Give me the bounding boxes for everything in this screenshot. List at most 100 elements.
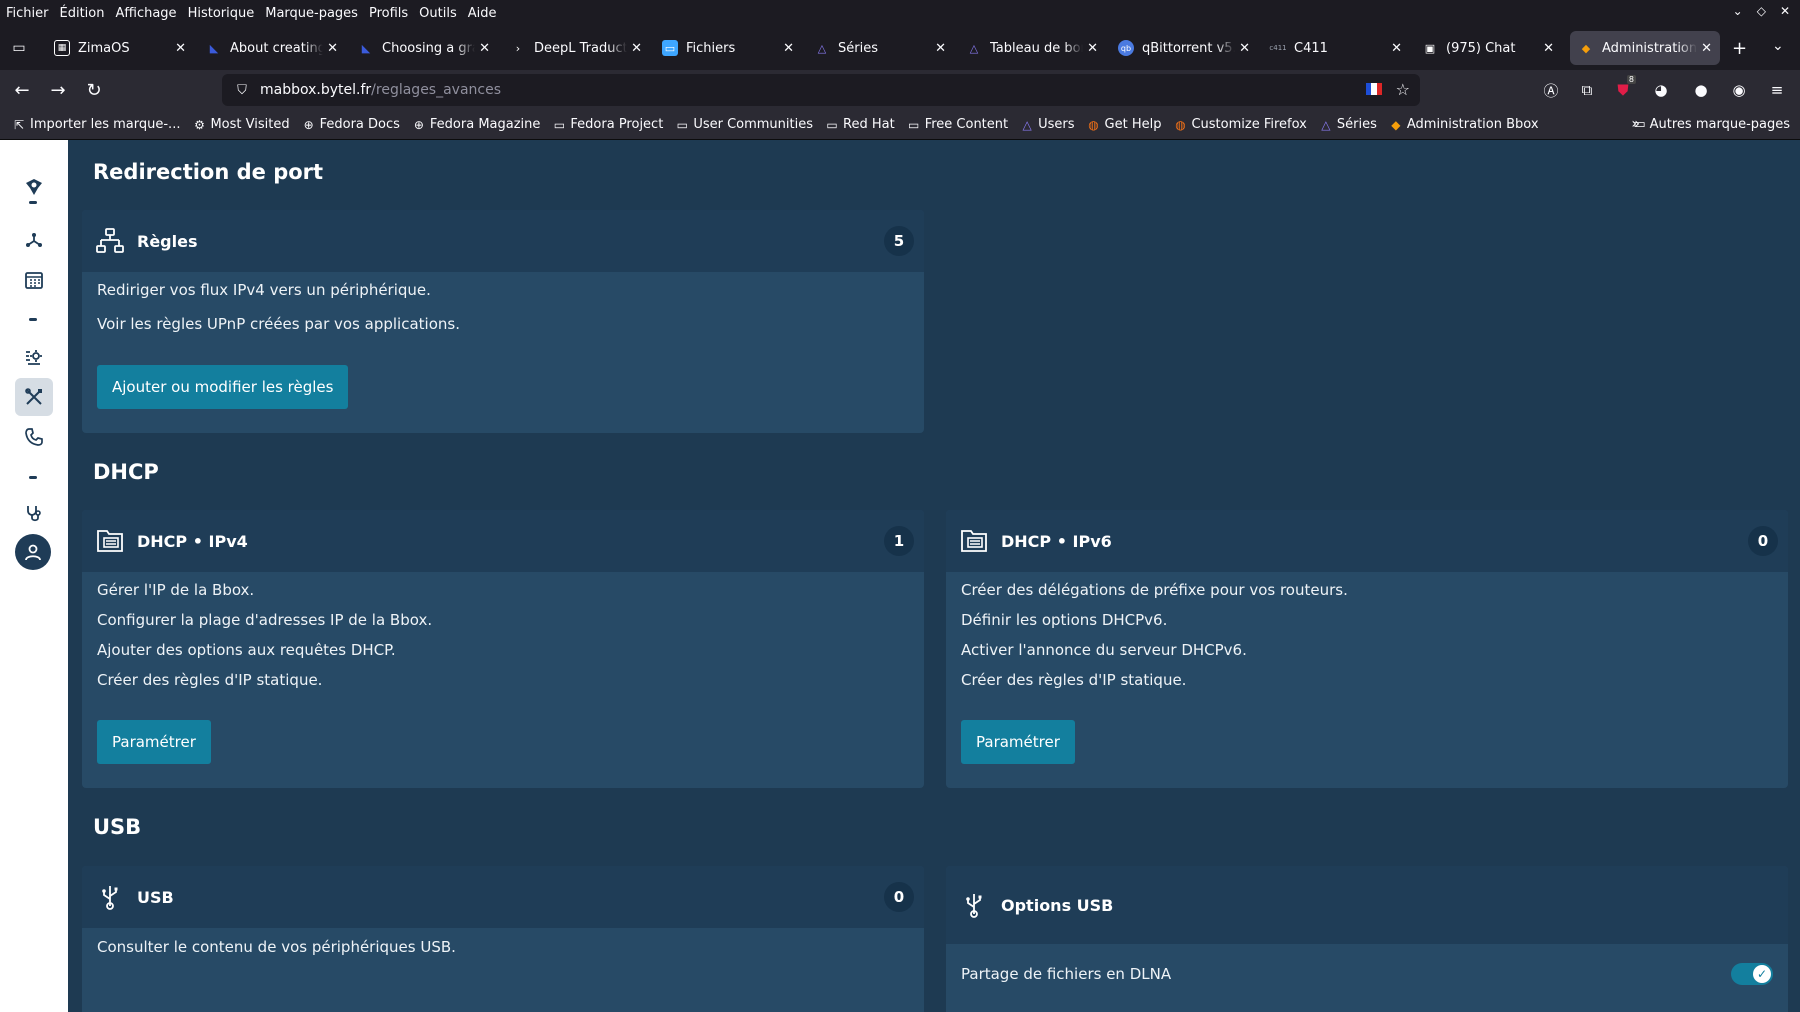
bookmark-label: Fedora Docs	[319, 117, 400, 132]
bookmark-get-help[interactable]: ◍ Get Help	[1087, 117, 1162, 132]
minimize-icon[interactable]: ⌄	[1733, 4, 1743, 18]
calendar-icon[interactable]	[15, 261, 53, 299]
tab-zimaos[interactable]: ▦ ZimaOS ✕	[46, 31, 194, 65]
other-bookmarks[interactable]: ▭ Autres marque-pages	[1633, 117, 1790, 132]
bookmark-label: Get Help	[1104, 117, 1162, 132]
menu-file[interactable]: Fichier	[6, 6, 49, 21]
reload-icon[interactable]: ↻	[82, 78, 106, 102]
bookmark-customize-firefox[interactable]: ◍ Customize Firefox	[1173, 117, 1307, 132]
close-window-icon[interactable]: ✕	[1780, 4, 1790, 18]
tab-fichiers[interactable]: ▭ Fichiers ✕	[654, 31, 802, 65]
count-badge: 5	[884, 226, 914, 256]
tab-list-icon[interactable]: ▭	[8, 37, 30, 59]
close-icon[interactable]: ✕	[1391, 41, 1402, 56]
configure-dhcp-ipv6-button[interactable]: Paramétrer	[961, 720, 1075, 764]
stethoscope-icon[interactable]	[15, 495, 53, 533]
bookmark-star-icon[interactable]: ☆	[1396, 80, 1410, 99]
menu-profiles[interactable]: Profils	[369, 6, 408, 21]
french-flag-icon[interactable]	[1366, 83, 1382, 95]
close-icon[interactable]: ✕	[327, 41, 338, 56]
close-icon[interactable]: ✕	[783, 41, 794, 56]
ublock-icon[interactable]: ⛊ 8	[1612, 75, 1636, 101]
new-tab-icon[interactable]: +	[1732, 38, 1747, 59]
tab-tableau-de-bord[interactable]: △ Tableau de bord ✕	[958, 31, 1106, 65]
tools-icon[interactable]	[15, 378, 53, 416]
bookmark-label: Red Hat	[843, 117, 895, 132]
menu-view[interactable]: Affichage	[115, 6, 176, 21]
bookmark-fedora-project[interactable]: ▭ Fedora Project	[552, 117, 664, 132]
account-extension-icon[interactable]: ◉	[1728, 79, 1750, 101]
menu-edit[interactable]: Édition	[60, 6, 105, 21]
tab-c411[interactable]: c411 C411 ✕	[1262, 31, 1410, 65]
puzzle-extension-icon[interactable]: ◕	[1650, 79, 1672, 101]
close-icon[interactable]: ✕	[935, 41, 946, 56]
url-text[interactable]: mabbox.bytel.fr/reglages_avances	[260, 82, 501, 98]
close-icon[interactable]: ✕	[1701, 41, 1712, 56]
navigation-bar: ← → ↻ ⛉ mabbox.bytel.fr/reglages_avances…	[0, 70, 1800, 110]
menu-history[interactable]: Historique	[188, 6, 255, 21]
tab-deepl[interactable]: › DeepL Traductio ✕	[502, 31, 650, 65]
tab-about-creating[interactable]: ◣ About creating a ✕	[198, 31, 346, 65]
menu-bookmarks[interactable]: Marque-pages	[265, 6, 358, 21]
close-icon[interactable]: ✕	[175, 41, 186, 56]
bookmark-label: Importer les marque-...	[30, 117, 181, 132]
dhcp-server-icon	[95, 526, 125, 556]
bookmark-free-content[interactable]: ▭ Free Content	[907, 117, 1008, 132]
extensions-icon[interactable]: ⧉	[1576, 79, 1598, 101]
menu-help[interactable]: Aide	[468, 6, 497, 21]
bookmark-fedora-magazine[interactable]: ⊕ Fedora Magazine	[412, 117, 541, 132]
close-icon[interactable]: ✕	[1543, 41, 1554, 56]
bookmark-most-visited[interactable]: ⚙ Most Visited	[192, 117, 290, 132]
configure-dhcp-ipv4-button[interactable]: Paramétrer	[97, 720, 211, 764]
bbox-icon: ◆	[1391, 117, 1401, 132]
close-icon[interactable]: ✕	[479, 41, 490, 56]
tab-qbittorrent[interactable]: qb qBittorrent v5.2 ✕	[1110, 31, 1258, 65]
record-extension-icon[interactable]: ●	[1690, 79, 1712, 101]
network-topology-icon[interactable]	[15, 221, 53, 259]
maximize-icon[interactable]: ◇	[1757, 4, 1766, 18]
dlna-toggle[interactable]: ✓	[1731, 963, 1773, 985]
count-badge: 0	[1748, 526, 1778, 556]
description-line: Consulter le contenu de vos périphérique…	[97, 938, 456, 956]
bookmark-red-hat[interactable]: ▭ Red Hat	[825, 117, 895, 132]
hamburger-menu-icon[interactable]: ≡	[1766, 79, 1788, 101]
tab-chat[interactable]: ▣ (975) Chat ✕	[1414, 31, 1562, 65]
card-header: USB 0	[82, 866, 924, 928]
phone-icon[interactable]	[15, 418, 53, 456]
globe-icon: ⊕	[413, 117, 424, 132]
url-bar[interactable]: ⛉ mabbox.bytel.fr/reglages_avances ☆	[222, 74, 1420, 106]
translate-extension-icon[interactable]: Ⓐ	[1540, 79, 1562, 101]
bookmark-fedora-docs[interactable]: ⊕ Fedora Docs	[302, 117, 400, 132]
card-usb-options: Options USB Partage de fichiers en DLNA …	[946, 866, 1788, 1012]
bookmark-label: User Communities	[693, 117, 814, 132]
close-icon[interactable]: ✕	[1087, 41, 1098, 56]
card-regles: Règles 5 Rediriger vos flux IPv4 vers un…	[82, 210, 924, 433]
back-arrow-icon[interactable]: ←	[10, 78, 34, 102]
card-title: DHCP • IPv6	[1001, 531, 1112, 551]
settings-gear-icon[interactable]	[15, 338, 53, 376]
folder-icon: ▭	[676, 117, 688, 132]
chevron-down-icon[interactable]: ⌄	[1772, 38, 1784, 54]
menu-tools[interactable]: Outils	[419, 6, 457, 21]
close-icon[interactable]: ✕	[631, 41, 642, 56]
shield-icon[interactable]: ⛉	[234, 82, 250, 98]
site-icon: ◣	[209, 41, 219, 55]
url-host: mabbox.bytel.fr	[260, 82, 372, 98]
bookmark-user-communities[interactable]: ▭ User Communities	[675, 117, 813, 132]
tab-choosing[interactable]: ◣ Choosing a grap ✕	[350, 31, 498, 65]
tab-series[interactable]: △ Séries ✕	[806, 31, 954, 65]
user-avatar-icon[interactable]	[15, 534, 51, 570]
bookmark-users[interactable]: △ Users	[1020, 117, 1074, 132]
c411-icon: c411	[1269, 44, 1287, 52]
edit-rules-button[interactable]: Ajouter ou modifier les règles	[97, 365, 349, 409]
forward-arrow-icon[interactable]: →	[46, 78, 70, 102]
bookmark-import[interactable]: ⇱ Importer les marque-...	[12, 117, 181, 132]
triangle-icon: △	[1022, 117, 1032, 132]
bookmark-series[interactable]: △ Séries	[1319, 117, 1377, 132]
tab-administration[interactable]: ◆ Administration B ✕	[1570, 31, 1720, 65]
bookmark-label: Fedora Magazine	[429, 117, 541, 132]
deepl-icon: ›	[515, 41, 521, 55]
close-icon[interactable]: ✕	[1239, 41, 1250, 56]
bookmark-administration-bbox[interactable]: ◆ Administration Bbox	[1389, 117, 1538, 132]
bookmark-label: Free Content	[924, 117, 1009, 132]
